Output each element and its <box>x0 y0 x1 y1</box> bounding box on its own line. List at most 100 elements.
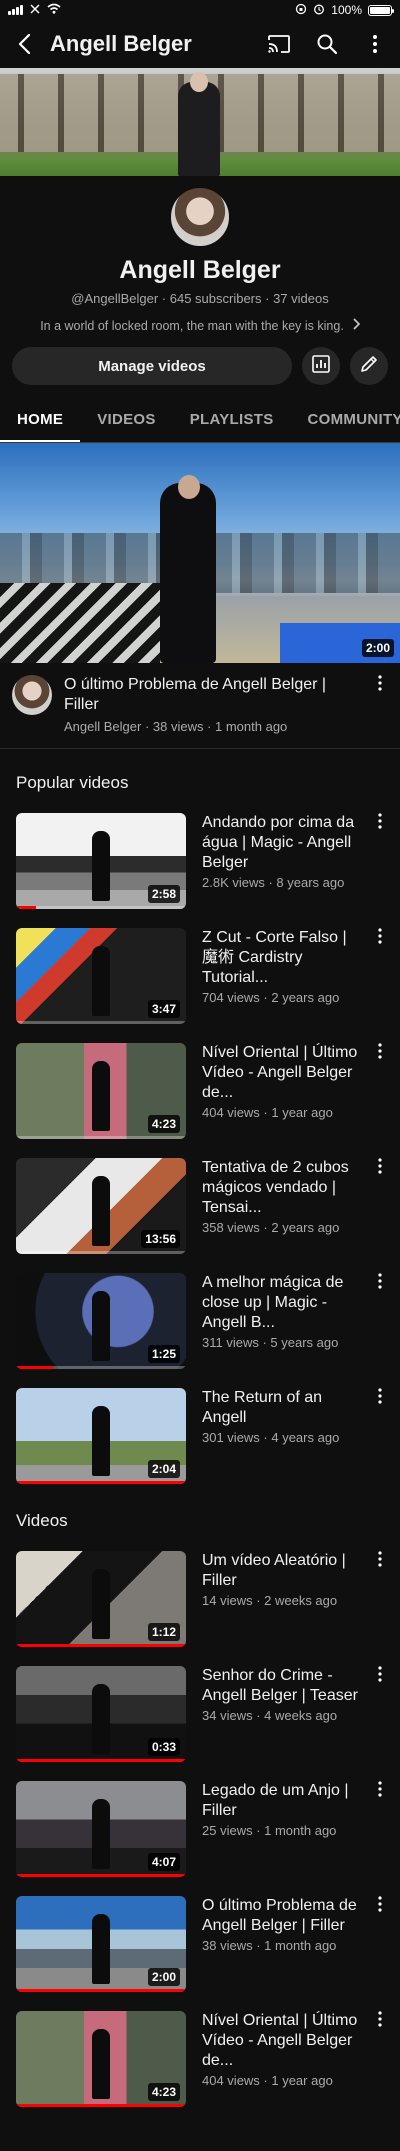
video-thumbnail[interactable]: 3:47 <box>16 928 186 1024</box>
watch-progress-bar <box>16 1874 186 1877</box>
battery-percentage: 100% <box>331 3 362 17</box>
watch-progress-bar <box>16 1481 186 1484</box>
status-bar: 100% <box>0 0 400 20</box>
featured-video-thumbnail[interactable]: 2:00 <box>0 443 400 663</box>
featured-title[interactable]: O último Problema de Angell Belger | Fil… <box>64 675 360 715</box>
video-meta: 301 views · 4 years ago <box>202 1430 340 1445</box>
more-vertical-icon[interactable] <box>372 928 388 1005</box>
manage-videos-button[interactable]: Manage videos <box>12 347 292 385</box>
watch-progress-bar <box>16 1644 186 1647</box>
cast-icon[interactable] <box>266 31 292 57</box>
video-title[interactable]: The Return of an Angell <box>202 1388 366 1428</box>
featured-more-icon[interactable] <box>372 675 388 734</box>
watch-progress-bar <box>16 1759 186 1762</box>
video-thumbnail[interactable]: 4:07 <box>16 1781 186 1877</box>
more-vertical-icon[interactable] <box>372 1551 388 1608</box>
channel-description-text: In a world of locked room, the man with … <box>40 318 344 333</box>
watch-progress-bar <box>16 1251 186 1254</box>
more-vertical-icon[interactable] <box>372 813 388 890</box>
channel-avatar[interactable] <box>169 186 231 248</box>
video-title[interactable]: A melhor mágica de close up | Magic - An… <box>202 1273 366 1333</box>
video-row[interactable]: 2:04 The Return of an Angell 301 views · 4… <box>0 1382 400 1497</box>
watch-progress-bar <box>16 906 186 909</box>
video-title[interactable]: Andando por cima da água | Magic - Angel… <box>202 813 366 873</box>
channel-name: Angell Belger <box>119 256 281 284</box>
tab-videos[interactable]: VIDEOS <box>80 397 172 442</box>
video-row[interactable]: 4:23 Nível Oriental | Último Vídeo - Ange… <box>0 2005 400 2120</box>
tab-community[interactable]: COMMUNITY <box>291 397 400 442</box>
video-meta: 358 views · 2 years ago <box>202 1220 340 1235</box>
video-duration: 2:00 <box>147 1968 180 1986</box>
analytics-icon <box>311 354 331 379</box>
video-row[interactable]: 0:33 Senhor do Crime - Angell Belger | Te… <box>0 1660 400 1775</box>
watch-progress-bar <box>16 1366 186 1369</box>
featured-meta: Angell Belger · 38 views · 1 month ago <box>64 719 288 734</box>
video-meta: 14 views · 2 weeks ago <box>202 1593 338 1608</box>
edit-channel-button[interactable] <box>350 347 388 385</box>
video-title[interactable]: Nível Oriental | Último Vídeo - Angell B… <box>202 1043 366 1103</box>
video-thumbnail[interactable]: 2:58 <box>16 813 186 909</box>
video-title[interactable]: Nível Oriental | Último Vídeo - Angell B… <box>202 2011 366 2071</box>
video-row[interactable]: 3:47 Z Cut - Corte Falso | 魔術 Cardistry T… <box>0 922 400 1037</box>
video-row[interactable]: 2:58 Andando por cima da água | Magic - A… <box>0 807 400 922</box>
more-vertical-icon[interactable] <box>372 1388 388 1445</box>
video-title[interactable]: Senhor do Crime - Angell Belger | Teaser <box>202 1666 366 1706</box>
featured-duration: 2:00 <box>361 639 394 657</box>
videos-heading: Videos <box>16 1511 68 1530</box>
video-meta: 704 views · 2 years ago <box>202 990 340 1005</box>
more-vertical-icon[interactable] <box>372 1273 388 1350</box>
video-duration: 4:23 <box>147 1115 180 1133</box>
popular-videos-heading: Popular videos <box>16 773 129 792</box>
video-title[interactable]: Legado de um Anjo | Filler <box>202 1781 366 1821</box>
featured-video-info: O último Problema de Angell Belger | Fil… <box>0 663 400 749</box>
more-vertical-icon[interactable] <box>372 1666 388 1723</box>
analytics-button[interactable] <box>302 347 340 385</box>
video-duration: 1:25 <box>147 1345 180 1363</box>
video-row[interactable]: 13:56 Tentativa de 2 cubos mágicos vendad… <box>0 1152 400 1267</box>
video-row[interactable]: 4:07 Legado de um Anjo | Filler 25 views ·… <box>0 1775 400 1890</box>
watch-progress-bar <box>16 1136 186 1139</box>
video-row[interactable]: 2:00 O último Problema de Angell Belger |… <box>0 1890 400 2005</box>
video-meta: 2.8K views · 8 years ago <box>202 875 345 890</box>
more-vertical-icon[interactable] <box>372 1781 388 1838</box>
no-sim-icon <box>29 3 41 18</box>
more-vertical-icon[interactable] <box>362 31 388 57</box>
video-thumbnail[interactable]: 0:33 <box>16 1666 186 1762</box>
video-thumbnail[interactable]: 13:56 <box>16 1158 186 1254</box>
more-vertical-icon[interactable] <box>372 1158 388 1235</box>
video-row[interactable]: 1:12 Um vídeo Aleatório | Filler 14 views … <box>0 1545 400 1660</box>
video-meta: 311 views · 5 years ago <box>202 1335 339 1350</box>
search-icon[interactable] <box>314 31 340 57</box>
tab-home[interactable]: HOME <box>0 397 81 442</box>
channel-profile: Angell Belger @AngellBelger · 645 subscr… <box>0 176 400 333</box>
video-duration: 1:12 <box>147 1623 180 1641</box>
video-title[interactable]: Um vídeo Aleatório | Filler <box>202 1551 366 1591</box>
video-thumbnail[interactable]: 1:25 <box>16 1273 186 1369</box>
channel-avatar-small[interactable] <box>12 675 52 715</box>
video-title[interactable]: Z Cut - Corte Falso | 魔術 Cardistry Tutor… <box>202 928 366 988</box>
tab-playlists[interactable]: PLAYLISTS <box>173 397 291 442</box>
video-thumbnail[interactable]: 2:00 <box>16 1896 186 1992</box>
video-row[interactable]: 1:25 A melhor mágica de close up | Magic … <box>0 1267 400 1382</box>
more-vertical-icon[interactable] <box>372 1896 388 1953</box>
video-title[interactable]: Tentativa de 2 cubos mágicos vendado | T… <box>202 1158 366 1218</box>
channel-tabs: HOME VIDEOS PLAYLISTS COMMUNITY <box>0 397 400 443</box>
video-duration: 4:23 <box>147 2083 180 2101</box>
video-meta: 404 views · 1 year ago <box>202 2073 333 2088</box>
cellular-signal-icon <box>8 5 23 15</box>
video-thumbnail[interactable]: 2:04 <box>16 1388 186 1484</box>
orientation-lock-icon <box>295 3 307 18</box>
more-vertical-icon[interactable] <box>372 2011 388 2088</box>
video-thumbnail[interactable]: 4:23 <box>16 1043 186 1139</box>
more-vertical-icon[interactable] <box>372 1043 388 1120</box>
channel-description[interactable]: In a world of locked room, the man with … <box>0 318 400 333</box>
video-thumbnail[interactable]: 1:12 <box>16 1551 186 1647</box>
video-thumbnail[interactable]: 4:23 <box>16 2011 186 2107</box>
watch-progress-bar <box>16 2104 186 2107</box>
top-app-bar: Angell Belger <box>0 20 400 68</box>
video-title[interactable]: O último Problema de Angell Belger | Fil… <box>202 1896 366 1936</box>
video-duration: 2:04 <box>147 1460 180 1478</box>
back-arrow-icon[interactable] <box>12 31 38 57</box>
video-duration: 13:56 <box>141 1230 180 1248</box>
video-row[interactable]: 4:23 Nível Oriental | Último Vídeo - Ange… <box>0 1037 400 1152</box>
